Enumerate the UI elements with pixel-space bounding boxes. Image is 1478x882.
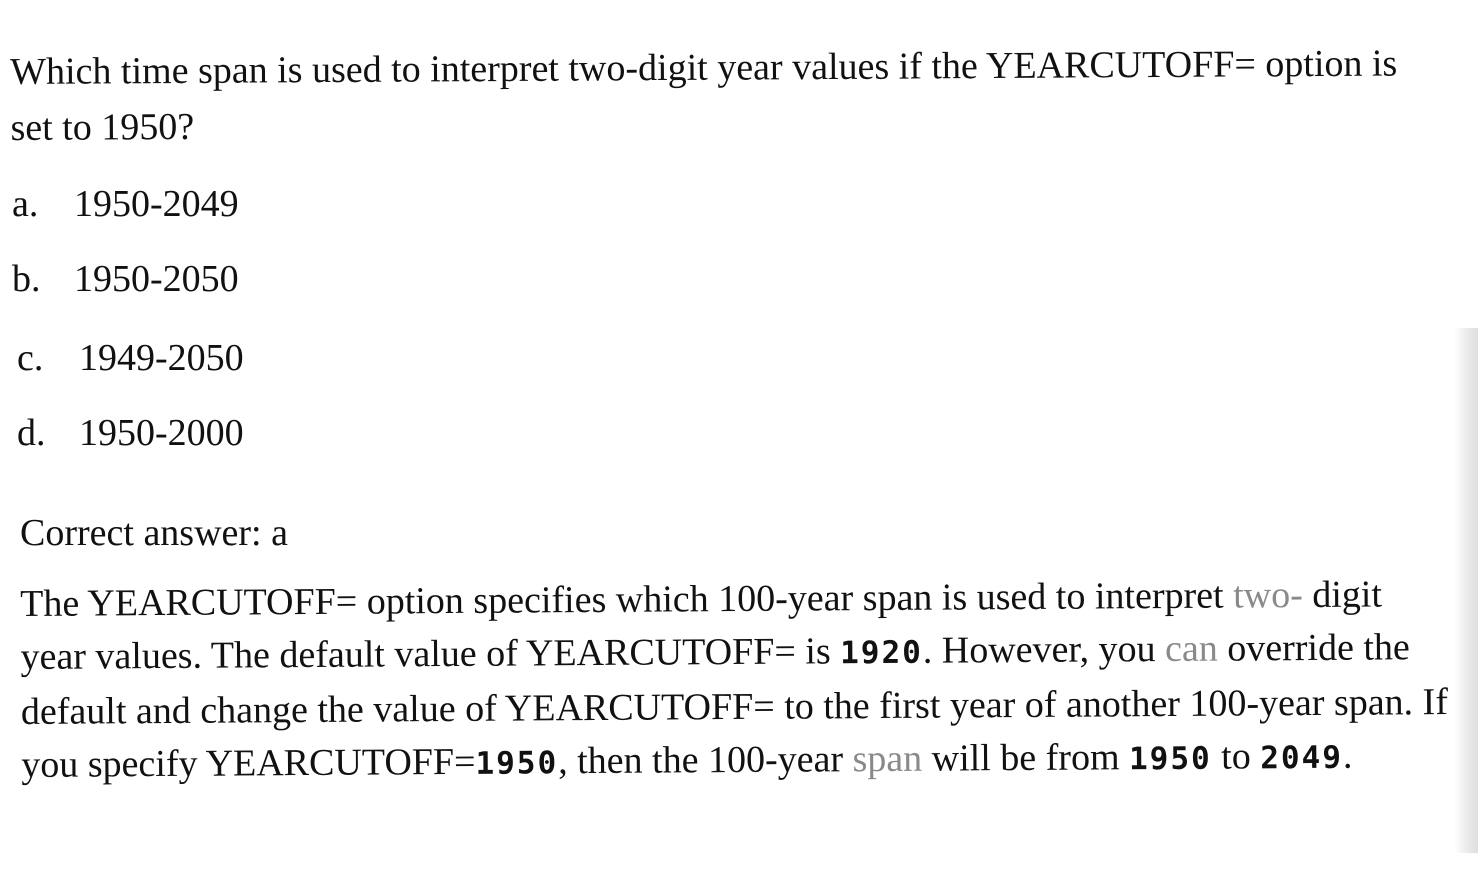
- option-text: 1950-2050: [74, 258, 239, 300]
- page-edge-shadow: [1454, 328, 1478, 853]
- code-default-year: 1920: [840, 634, 923, 672]
- option-text: 1950-2049: [74, 183, 239, 225]
- explanation-text-faded: two-: [1232, 574, 1303, 617]
- option-b: b. 1950-2050: [12, 257, 239, 301]
- correct-answer: Correct answer: a: [20, 512, 288, 554]
- code-span-end: 2049: [1260, 739, 1344, 777]
- explanation-paragraph: The YEARCUTOFF= option specifies which 1…: [20, 568, 1451, 794]
- option-a: a. 1950-2049: [12, 182, 239, 226]
- explanation-text: , then the 100-year: [558, 738, 853, 783]
- explanation-text: . However, you: [922, 628, 1166, 672]
- explanation-text: will be from: [922, 736, 1130, 780]
- code-specified-year: 1950: [475, 745, 559, 782]
- question-text: Which time span is used to interpret two…: [10, 42, 1398, 149]
- explanation-text: The YEARCUTOFF= option specifies which 1…: [20, 574, 1234, 625]
- option-letter: d.: [17, 412, 46, 454]
- option-letter: a.: [12, 183, 39, 225]
- explanation-text-faded: span: [852, 737, 923, 781]
- explanation-text-faded: can: [1164, 627, 1218, 671]
- option-letter: c.: [17, 337, 44, 379]
- option-letter: b.: [12, 258, 41, 300]
- option-d: d. 1950-2000: [17, 411, 244, 455]
- option-c: c. 1949-2050: [17, 336, 244, 380]
- option-text: 1950-2000: [79, 412, 244, 454]
- option-text: 1949-2050: [79, 337, 244, 379]
- explanation-text: to: [1211, 735, 1261, 778]
- code-span-start: 1950: [1128, 740, 1212, 778]
- explanation-text: .: [1342, 734, 1353, 777]
